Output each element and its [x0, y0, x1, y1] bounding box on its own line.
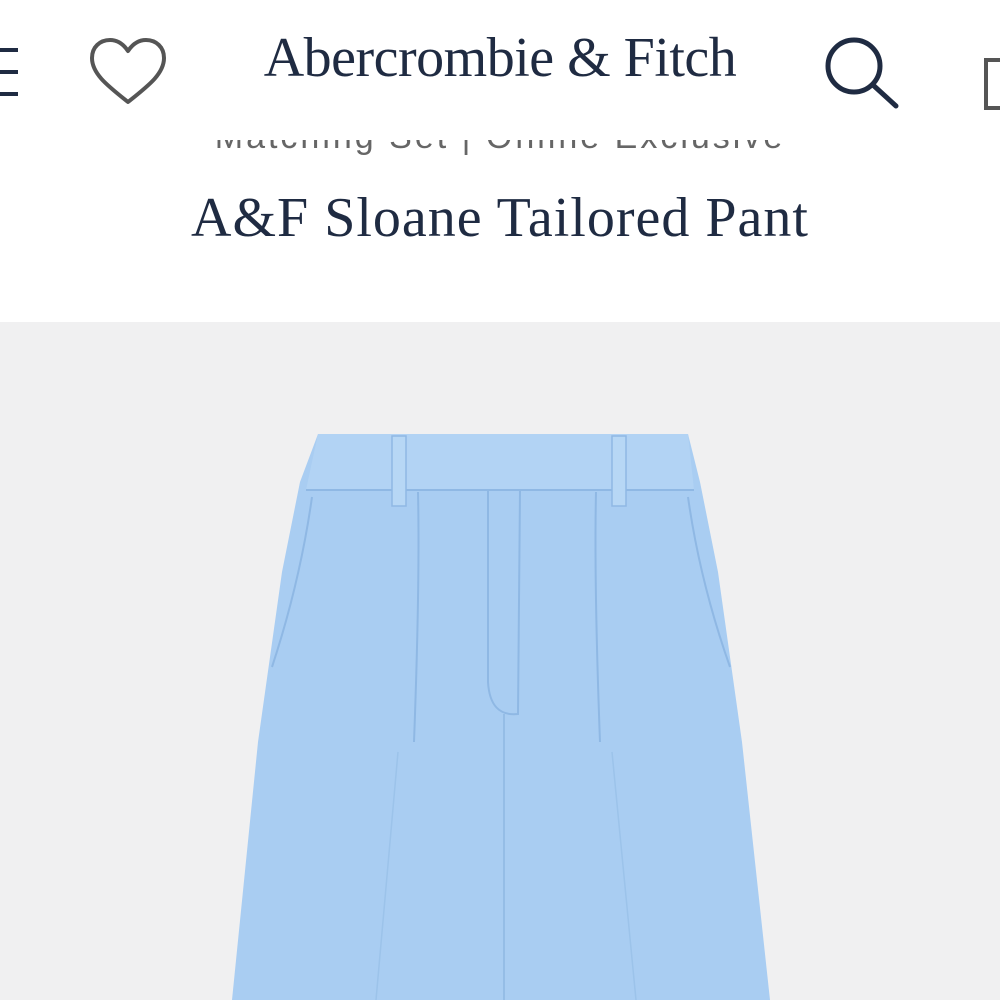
bag-icon[interactable]: [982, 48, 1000, 110]
site-header: Abercrombie & Fitch: [0, 0, 1000, 140]
product-page: Abercrombie & Fitch Matching Set | Onlin…: [0, 0, 1000, 1000]
product-title: A&F Sloane Tailored Pant: [191, 187, 809, 249]
product-image[interactable]: [0, 322, 1000, 1000]
pants-image: [232, 434, 770, 1000]
search-icon[interactable]: [822, 34, 900, 112]
